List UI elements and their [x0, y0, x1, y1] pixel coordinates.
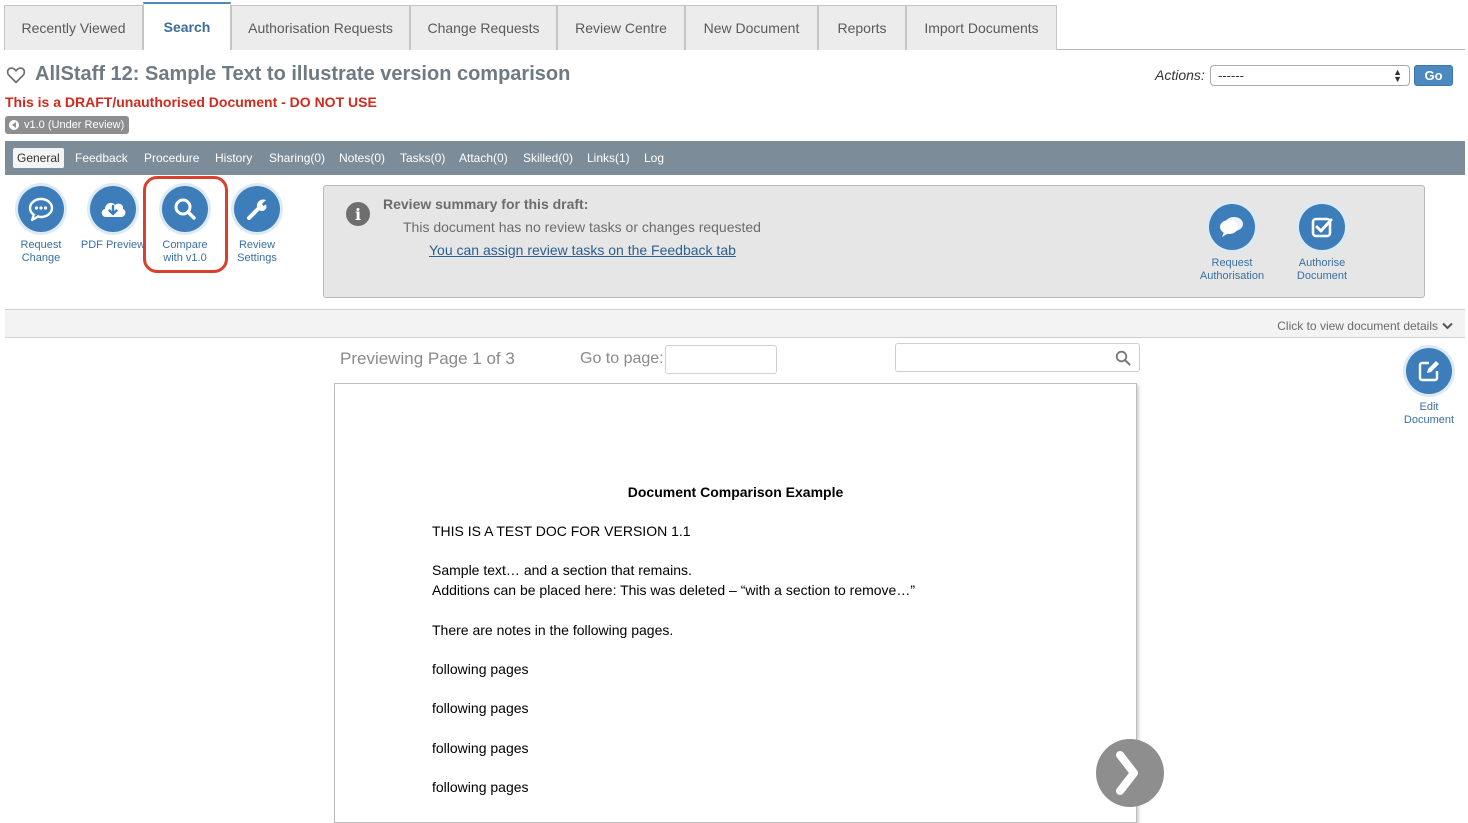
- select-arrows-icon: ▲ ▼: [1393, 66, 1402, 84]
- tab-import-documents[interactable]: Import Documents: [906, 5, 1057, 50]
- document-line: Sample text… and a section that remains.: [432, 562, 692, 578]
- sub-tab-log[interactable]: Log: [640, 148, 668, 168]
- edit-icon: [1406, 348, 1452, 394]
- wrench-icon: [234, 186, 280, 232]
- preview-page-indicator: Previewing Page 1 of 3: [340, 349, 515, 368]
- sub-tab-feedback[interactable]: Feedback: [71, 148, 132, 168]
- view-document-details-link[interactable]: Click to view document details: [1277, 319, 1453, 333]
- document-line: There are notes in the following pages.: [432, 622, 674, 638]
- chevron-down-icon: [1442, 322, 1453, 330]
- tab-search[interactable]: Search: [143, 2, 231, 50]
- review-summary-text: This document has no review tasks or cha…: [403, 219, 761, 235]
- actions-label: Actions:: [1155, 67, 1205, 83]
- next-page-button[interactable]: [1096, 739, 1164, 807]
- tab-new-document[interactable]: New Document: [685, 5, 818, 50]
- go-button[interactable]: Go: [1414, 65, 1453, 86]
- request-change-label: Request Change: [20, 239, 62, 264]
- actions-select[interactable]: ------ ▲ ▼: [1210, 65, 1410, 86]
- document-sub-nav: General Feedback Procedure History Shari…: [5, 141, 1465, 175]
- tab-change-requests[interactable]: Change Requests: [410, 5, 557, 50]
- document-preview-page: Document Comparison Example THIS IS A TE…: [334, 383, 1137, 823]
- draft-warning: This is a DRAFT/unauthorised Document - …: [5, 94, 377, 110]
- document-line: THIS IS A TEST DOC FOR VERSION 1.1: [432, 523, 691, 539]
- request-authorisation-label: Request Authorisation: [1199, 257, 1265, 282]
- sub-tab-links[interactable]: Links(1): [583, 148, 634, 168]
- feedback-tab-link[interactable]: You can assign review tasks on the Feedb…: [429, 242, 736, 258]
- review-summary-panel: i Review summary for this draft: This do…: [323, 185, 1425, 298]
- checkbox-icon: [1299, 204, 1345, 250]
- tab-authorisation-requests[interactable]: Authorisation Requests: [231, 5, 410, 50]
- authorise-document-button[interactable]: Authorise Document: [1286, 204, 1358, 283]
- document-line: following pages: [432, 779, 529, 795]
- document-details-bar: Click to view document details: [5, 309, 1465, 338]
- magnifier-icon: [162, 186, 208, 232]
- tab-reports[interactable]: Reports: [818, 5, 906, 50]
- top-tab-bar: Recently Viewed Search Authorisation Req…: [0, 0, 1468, 50]
- page-title: AllStaff 12: Sample Text to illustrate v…: [35, 63, 571, 85]
- document-line: following pages: [432, 700, 529, 716]
- goto-page-label: Go to page:: [580, 350, 664, 367]
- document-heading: Document Comparison Example: [627, 484, 844, 500]
- pdf-preview-button[interactable]: PDF Preview: [77, 186, 149, 252]
- info-icon: i: [346, 202, 370, 226]
- goto-page-input[interactable]: [665, 345, 777, 374]
- sub-tab-sharing[interactable]: Sharing(0): [265, 148, 329, 168]
- chat-bubbles-icon: [1209, 204, 1255, 250]
- heart-icon[interactable]: [6, 66, 26, 84]
- document-line: Additions can be placed here: This was d…: [432, 582, 915, 598]
- sub-tab-attach[interactable]: Attach(0): [455, 148, 512, 168]
- document-line: following pages: [432, 740, 529, 756]
- request-change-button[interactable]: Request Change: [5, 186, 77, 265]
- document-search-input[interactable]: [895, 343, 1140, 372]
- sub-tab-skilled[interactable]: Skilled(0): [519, 148, 577, 168]
- version-badge[interactable]: v1.0 (Under Review): [5, 116, 130, 134]
- review-settings-label: Review Settings: [237, 239, 277, 264]
- back-arrow-icon: [9, 120, 19, 130]
- edit-document-label: Edit Document: [1403, 401, 1455, 426]
- search-icon[interactable]: [1115, 350, 1131, 366]
- document-line: following pages: [432, 661, 529, 677]
- tab-review-centre[interactable]: Review Centre: [557, 5, 685, 50]
- chevron-right-icon: [1116, 751, 1138, 795]
- edit-document-button[interactable]: Edit Document: [1393, 348, 1465, 427]
- version-badge-label: v1.0 (Under Review): [24, 119, 125, 131]
- compare-label: Compare with v1.0: [162, 239, 208, 264]
- review-settings-button[interactable]: Review Settings: [221, 186, 293, 265]
- sub-tab-procedure[interactable]: Procedure: [140, 148, 203, 168]
- tab-recently-viewed[interactable]: Recently Viewed: [4, 5, 143, 50]
- sub-tab-tasks[interactable]: Tasks(0): [396, 148, 449, 168]
- compare-button[interactable]: Compare with v1.0: [149, 186, 221, 265]
- authorise-document-label: Authorise Document: [1296, 257, 1348, 282]
- cloud-download-icon: [90, 186, 136, 232]
- request-authorisation-button[interactable]: Request Authorisation: [1196, 204, 1268, 283]
- review-summary-title: Review summary for this draft:: [383, 196, 589, 212]
- sub-tab-general[interactable]: General: [13, 148, 64, 168]
- chat-bubble-icon: [18, 186, 64, 232]
- sub-tab-notes[interactable]: Notes(0): [335, 148, 389, 168]
- sub-tab-history[interactable]: History: [211, 148, 256, 168]
- pdf-preview-label: PDF Preview: [80, 239, 146, 251]
- actions-selected-value: ------: [1218, 68, 1244, 83]
